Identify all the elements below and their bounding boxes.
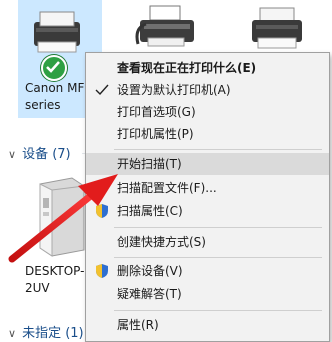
annotation-arrow <box>8 174 118 263</box>
